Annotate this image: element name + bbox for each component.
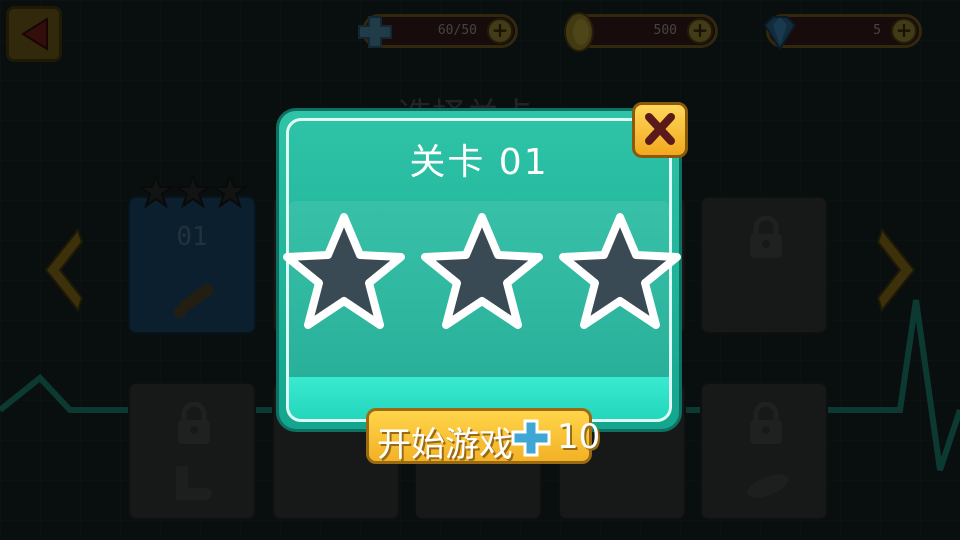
start-game-cost: 10 (557, 417, 601, 457)
start-game-label: 开始游戏 (377, 425, 513, 465)
level-dialog: 关卡 01 (276, 108, 682, 432)
start-game-button[interactable]: 开始游戏 10 (366, 408, 600, 465)
star-icon (421, 213, 543, 329)
star-icon (559, 213, 681, 329)
plus-cross-icon (511, 419, 551, 457)
star-icon (283, 213, 405, 329)
close-icon (645, 113, 675, 145)
close-button[interactable] (632, 102, 688, 158)
dialog-title: 关卡 01 (409, 142, 549, 183)
